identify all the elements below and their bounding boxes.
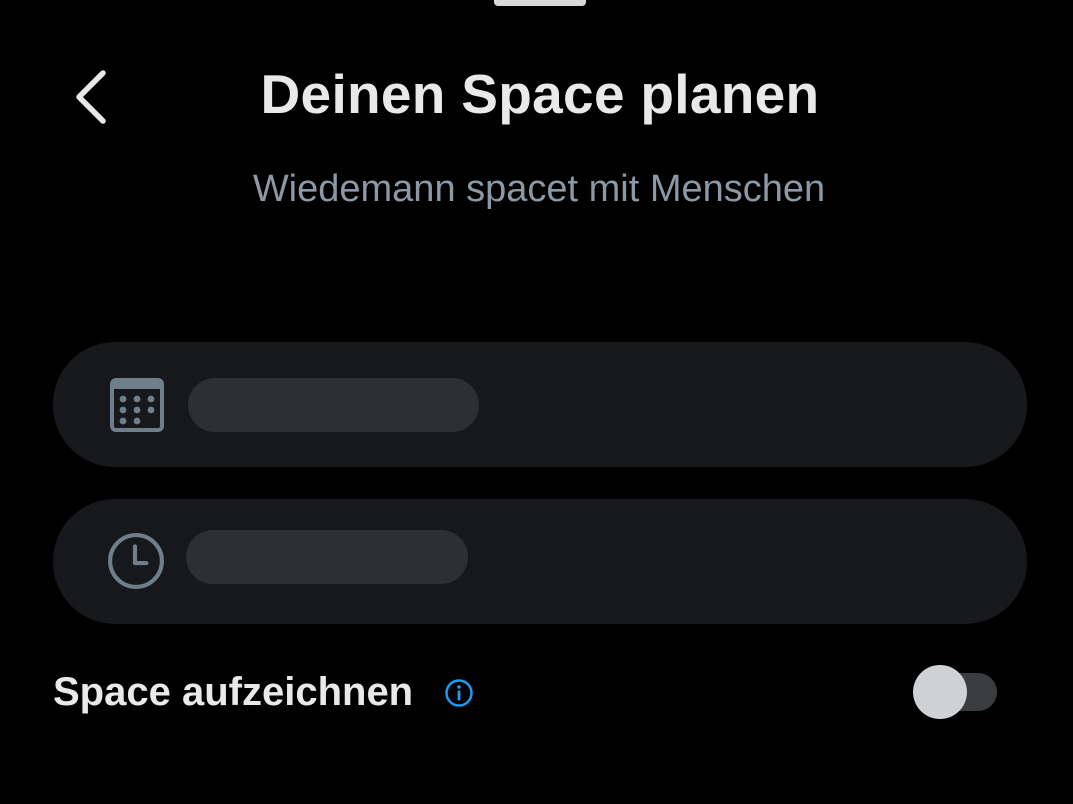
date-picker-field[interactable] <box>53 342 1027 467</box>
page-subtitle: Wiedemann spacet mit Menschen <box>252 168 826 210</box>
time-picker-field[interactable] <box>53 499 1027 624</box>
toggle-knob <box>913 665 967 719</box>
info-icon[interactable] <box>444 678 474 708</box>
calendar-icon <box>110 378 164 432</box>
schedule-space-screen: Deinen Space planen Wiedemann spacet mit… <box>0 0 1073 804</box>
drag-handle[interactable] <box>494 0 586 6</box>
record-space-label: Space aufzeichnen <box>53 670 414 714</box>
page-title: Deinen Space planen <box>260 63 820 125</box>
record-space-toggle[interactable] <box>913 665 999 719</box>
date-value-placeholder <box>188 378 479 432</box>
clock-icon <box>108 533 164 589</box>
time-value-placeholder <box>186 530 468 584</box>
